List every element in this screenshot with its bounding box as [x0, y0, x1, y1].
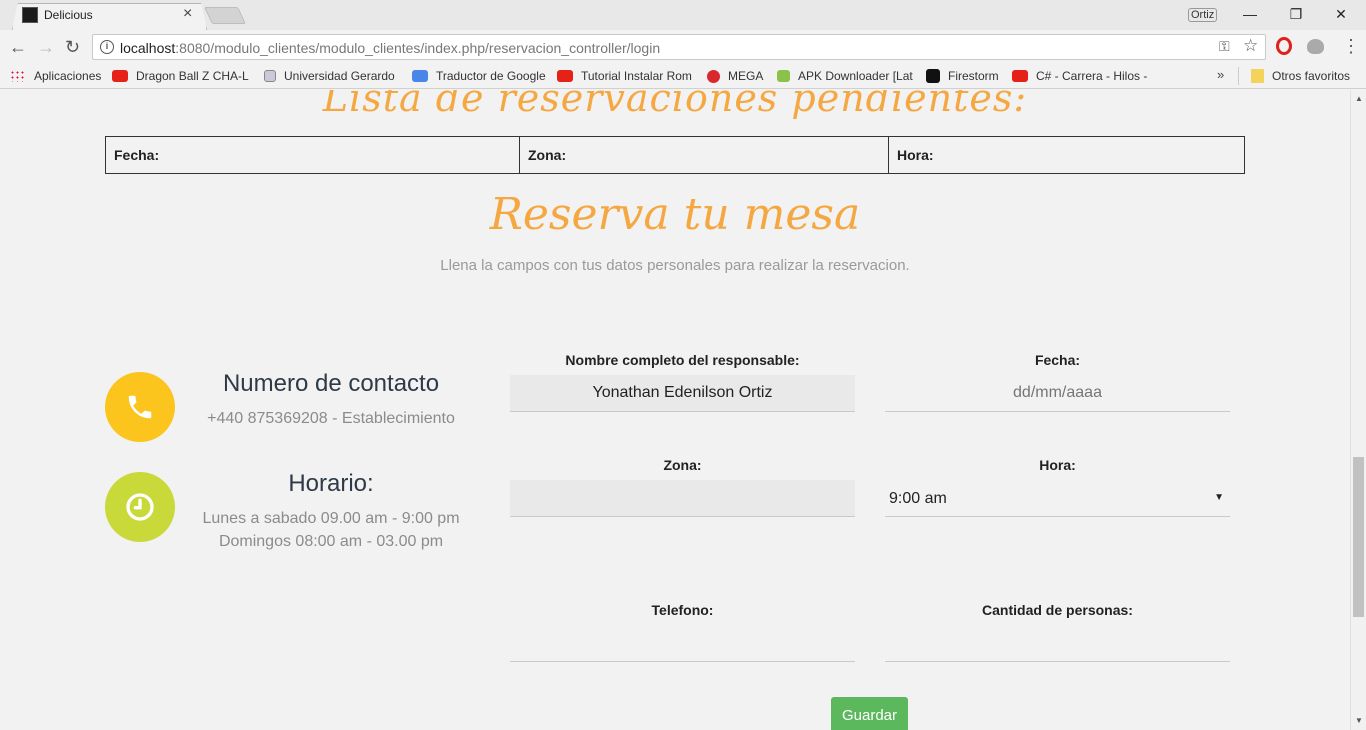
- youtube-icon: [1012, 70, 1028, 82]
- back-arrow-icon[interactable]: ←: [9, 37, 27, 57]
- phone-input[interactable]: [510, 625, 855, 662]
- name-input[interactable]: [510, 375, 855, 412]
- tab-close-icon[interactable]: ×: [183, 5, 192, 23]
- address-bar[interactable]: i localhost:8080/modulo_clientes/modulo_…: [92, 34, 1266, 60]
- page-viewport: Lista de reservaciones pendientes: Fecha…: [0, 90, 1350, 730]
- profile-button[interactable]: Ortiz: [1188, 8, 1218, 22]
- apk-icon: [777, 70, 790, 82]
- more-bookmarks-button[interactable]: »: [1217, 67, 1224, 82]
- bookmark-firestorm[interactable]: Firestorm: [926, 68, 999, 84]
- clock-circle: [105, 472, 175, 542]
- browser-toolbar: ← → ↻ i localhost:8080/modulo_clientes/m…: [0, 30, 1366, 64]
- zone-input[interactable]: [510, 480, 855, 517]
- extension-icon[interactable]: [1307, 39, 1324, 54]
- bookmark-universidad[interactable]: Universidad Gerardo: [264, 68, 395, 84]
- reserve-table-title: Reserva tu mesa: [489, 189, 861, 240]
- site-info-icon[interactable]: i: [100, 40, 114, 54]
- bookmark-star-icon[interactable]: ☆: [1243, 36, 1258, 56]
- bookmark-dragon-ball[interactable]: Dragon Ball Z CHA-L: [112, 68, 249, 84]
- bookmark-csharp[interactable]: C# - Carrera - Hilos -: [1012, 68, 1147, 84]
- forward-arrow-icon[interactable]: →: [37, 37, 55, 57]
- zone-label: Zona:: [663, 457, 702, 473]
- folder-icon: [1251, 69, 1264, 83]
- bookmarks-bar: Aplicaciones Dragon Ball Z CHA-L Univers…: [0, 64, 1366, 89]
- bookmark-other-favorites[interactable]: Otros favoritos: [1251, 68, 1350, 84]
- reservations-table: Fecha: Zona: Hora:: [105, 136, 1245, 174]
- page-scrollbar[interactable]: ▲ ▼: [1350, 90, 1366, 730]
- time-select[interactable]: 9:00 am ▼: [885, 480, 1230, 517]
- time-label: Hora:: [1039, 457, 1076, 473]
- people-input[interactable]: [885, 625, 1230, 662]
- people-label: Cantidad de personas:: [982, 602, 1133, 618]
- browser-tab[interactable]: [12, 3, 207, 30]
- bookmark-apk-downloader[interactable]: APK Downloader [Lat: [777, 68, 913, 84]
- bookmarks-separator: [1238, 67, 1239, 85]
- new-tab-button[interactable]: [204, 7, 246, 24]
- youtube-icon: [112, 70, 128, 82]
- phone-icon: [128, 395, 152, 419]
- firestorm-icon: [926, 69, 940, 83]
- bookmark-apps[interactable]: Aplicaciones: [10, 68, 101, 84]
- clock-icon: [126, 493, 154, 521]
- form-subtitle: Llena la campos con tus datos personales…: [440, 257, 910, 274]
- table-header-hora: Hora:: [888, 136, 1245, 174]
- name-label: Nombre completo del responsable:: [565, 352, 800, 368]
- pending-reservations-title: Lista de reservaciones pendientes:: [322, 90, 1028, 120]
- table-header-fecha: Fecha:: [105, 136, 520, 174]
- mega-icon: [707, 69, 720, 83]
- contact-phone: +440 875369208 - Establecimiento: [207, 410, 455, 427]
- document-icon: [264, 70, 276, 82]
- phone-circle: [105, 372, 175, 442]
- reload-icon[interactable]: ↻: [65, 37, 80, 57]
- reservations-table-wrap: Fecha: Zona: Hora:: [105, 136, 1245, 175]
- apps-icon: [10, 70, 26, 82]
- google-translate-icon: [412, 70, 428, 82]
- tab-title[interactable]: Delicious: [44, 8, 93, 22]
- browser-titlebar: Delicious × Ortiz — ❐ ✕: [0, 0, 1366, 30]
- url-text[interactable]: localhost:8080/modulo_clientes/modulo_cl…: [120, 40, 660, 56]
- opera-extension-icon[interactable]: [1276, 37, 1292, 55]
- close-window-button[interactable]: ✕: [1321, 4, 1361, 24]
- contact-title: Numero de contacto: [222, 370, 440, 397]
- date-input[interactable]: [885, 375, 1230, 412]
- key-icon[interactable]: ⚿: [1219, 38, 1230, 55]
- scroll-up-arrow-icon[interactable]: ▲: [1355, 94, 1363, 103]
- phone-label: Telefono:: [651, 602, 714, 618]
- save-button[interactable]: Guardar: [831, 697, 908, 730]
- schedule-sundays: Domingos 08:00 am - 03.00 pm: [218, 533, 444, 550]
- scrollbar-thumb[interactable]: [1353, 457, 1364, 617]
- date-label: Fecha:: [1034, 352, 1081, 368]
- bookmark-mega[interactable]: MEGA: [707, 68, 763, 84]
- scroll-down-arrow-icon[interactable]: ▼: [1355, 716, 1363, 725]
- chrome-menu-icon[interactable]: ⋮: [1342, 36, 1360, 56]
- restore-button[interactable]: ❐: [1276, 4, 1316, 24]
- bookmark-traductor[interactable]: Traductor de Google: [412, 68, 546, 84]
- youtube-icon: [557, 70, 573, 82]
- time-selected-value: 9:00 am: [889, 490, 947, 507]
- bookmark-tutorial-rom[interactable]: Tutorial Instalar Rom: [557, 68, 692, 84]
- caret-down-icon: ▼: [1214, 492, 1224, 503]
- tab-favicon-icon: [22, 7, 38, 23]
- table-header-zona: Zona:: [519, 136, 889, 174]
- minimize-button[interactable]: —: [1230, 4, 1270, 24]
- schedule-title: Horario:: [288, 470, 374, 497]
- schedule-weekdays: Lunes a sabado 09.00 am - 9:00 pm: [202, 510, 460, 527]
